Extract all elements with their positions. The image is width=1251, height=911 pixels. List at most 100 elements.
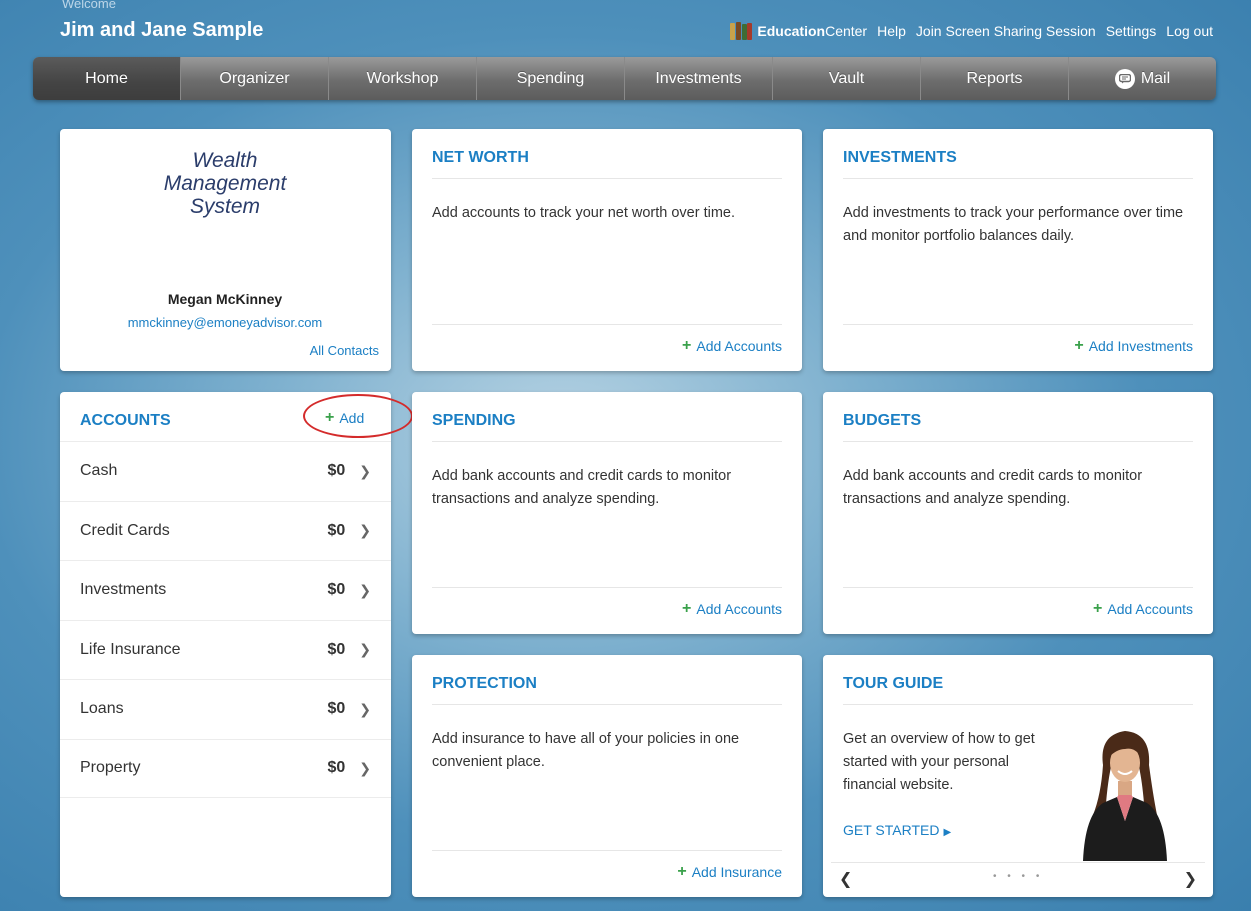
- mail-icon: [1114, 68, 1135, 89]
- account-row-investments[interactable]: Investments $0 ❯: [60, 560, 391, 620]
- tab-workshop[interactable]: Workshop: [329, 57, 477, 100]
- tab-mail-label: Mail: [1140, 69, 1171, 87]
- wealth-management-logo: Wealth Management System: [60, 149, 390, 218]
- card-title: PROTECTION: [432, 675, 537, 692]
- divider: [843, 178, 1193, 179]
- chevron-right-icon: ❯: [359, 759, 371, 776]
- tab-spending[interactable]: Spending: [477, 57, 625, 100]
- account-row-life-insurance[interactable]: Life Insurance $0 ❯: [60, 619, 391, 680]
- education-center-link[interactable]: Education Center: [730, 22, 867, 40]
- divider: [843, 324, 1193, 325]
- add-insurance-link[interactable]: + Add Insurance: [677, 863, 782, 881]
- account-row-property[interactable]: Property $0 ❯: [60, 738, 391, 798]
- card-title: INVESTMENTS: [843, 149, 957, 166]
- top-links: Education Center Help Join Screen Sharin…: [720, 22, 1213, 40]
- budgets-card: BUDGETS Add bank accounts and credit car…: [823, 392, 1213, 634]
- card-title: BUDGETS: [843, 412, 922, 429]
- card-body: Add insurance to have all of your polici…: [432, 731, 740, 770]
- chevron-right-icon: ❯: [359, 462, 371, 479]
- card-title: SPENDING: [432, 412, 516, 429]
- screen-share-link[interactable]: Join Screen Sharing Session: [916, 23, 1096, 39]
- add-accounts-link[interactable]: + Add Accounts: [1093, 600, 1193, 618]
- action-label: Add Accounts: [696, 601, 782, 617]
- card-body: Get an overview of how to get started wi…: [843, 731, 1035, 793]
- tour-guide-card: TOUR GUIDE Get an overview of how to get…: [823, 655, 1213, 897]
- action-label: Add Accounts: [1107, 601, 1193, 617]
- advisor-name: Megan McKinney: [167, 291, 283, 307]
- plus-icon: +: [1074, 337, 1084, 354]
- user-name: Jim and Jane Sample: [60, 19, 264, 41]
- divider: [432, 850, 782, 851]
- tab-mail[interactable]: Mail: [1069, 57, 1216, 100]
- account-row-cash[interactable]: Cash $0 ❯: [60, 441, 391, 501]
- add-investments-link[interactable]: + Add Investments: [1074, 337, 1193, 355]
- divider: [843, 587, 1193, 588]
- card-body: Add bank accounts and credit cards to mo…: [843, 468, 1143, 507]
- spending-card: SPENDING Add bank accounts and credit ca…: [412, 392, 802, 634]
- account-row-loans[interactable]: Loans $0 ❯: [60, 679, 391, 739]
- account-label: Investments: [80, 581, 167, 599]
- education-link-rest: Center: [825, 23, 868, 39]
- carousel-dots: • • • •: [993, 871, 1044, 882]
- chevron-right-icon[interactable]: ❯: [1184, 869, 1197, 889]
- chevron-right-icon: ❯: [359, 700, 371, 717]
- account-label: Cash: [80, 462, 118, 480]
- tab-vault[interactable]: Vault: [773, 57, 921, 100]
- plus-icon: +: [677, 863, 687, 880]
- card-title: TOUR GUIDE: [843, 675, 944, 692]
- tab-investments[interactable]: Investments: [625, 57, 773, 100]
- account-row-credit-cards[interactable]: Credit Cards $0 ❯: [60, 500, 391, 561]
- tab-home[interactable]: Home: [33, 57, 181, 100]
- tab-organizer[interactable]: Organizer: [181, 57, 329, 100]
- add-account-label: Add: [339, 410, 365, 426]
- divider: [432, 178, 782, 179]
- card-body: Add accounts to track your net worth ove…: [432, 205, 736, 221]
- logo-line-1: Wealth: [192, 149, 258, 172]
- get-started-link[interactable]: GET STARTED ▶: [843, 822, 951, 838]
- chevron-left-icon[interactable]: ❮: [839, 869, 852, 889]
- chevron-right-icon: ❯: [359, 581, 371, 598]
- logo-line-3: System: [189, 195, 260, 218]
- account-value: $0: [327, 640, 346, 658]
- divider: [432, 441, 782, 442]
- accounts-title: ACCOUNTS: [80, 412, 171, 429]
- account-value: $0: [327, 521, 346, 539]
- advisor-email-link[interactable]: mmckinney@emoneyadvisor.com: [60, 315, 390, 330]
- add-accounts-link[interactable]: + Add Accounts: [682, 337, 782, 355]
- account-value: $0: [327, 581, 346, 599]
- advisor-card: Wealth Management System Megan McKinney …: [60, 129, 391, 371]
- plus-icon: +: [1093, 600, 1103, 617]
- account-label: Credit Cards: [80, 521, 170, 539]
- divider: [432, 587, 782, 588]
- plus-icon: +: [682, 600, 692, 617]
- help-link[interactable]: Help: [877, 23, 906, 39]
- account-label: Property: [80, 759, 141, 777]
- account-label: Loans: [80, 700, 124, 718]
- add-account-button[interactable]: + Add: [325, 409, 365, 427]
- play-arrow-icon: ▶: [943, 827, 952, 838]
- card-body: Add investments to track your performanc…: [843, 205, 1184, 244]
- add-accounts-link[interactable]: + Add Accounts: [682, 600, 782, 618]
- education-link-bold: Education: [757, 23, 826, 39]
- net-worth-card: NET WORTH Add accounts to track your net…: [412, 129, 802, 371]
- divider: [432, 324, 782, 325]
- chevron-right-icon: ❯: [359, 641, 371, 658]
- tour-guide-person-image: [1075, 725, 1175, 861]
- investments-card: INVESTMENTS Add investments to track you…: [823, 129, 1213, 371]
- logo-line-2: Management: [163, 172, 287, 195]
- all-contacts-link[interactable]: All Contacts: [310, 343, 379, 358]
- accounts-card: ACCOUNTS + Add Cash $0 ❯ Credit Cards $0…: [60, 392, 413, 897]
- action-label: Add Insurance: [691, 864, 782, 880]
- settings-link[interactable]: Settings: [1106, 23, 1157, 39]
- protection-card: PROTECTION Add insurance to have all of …: [412, 655, 802, 897]
- tab-reports[interactable]: Reports: [921, 57, 1069, 100]
- card-title: NET WORTH: [432, 149, 529, 166]
- chevron-right-icon: ❯: [359, 522, 371, 539]
- card-body: Add bank accounts and credit cards to mo…: [432, 468, 732, 507]
- plus-icon: +: [682, 337, 692, 354]
- welcome-label: Welcome: [62, 0, 116, 11]
- action-label: Add Investments: [1088, 338, 1193, 354]
- plus-icon: +: [325, 409, 335, 426]
- accounts-list: Cash $0 ❯ Credit Cards $0 ❯ Investments …: [60, 441, 391, 798]
- logout-link[interactable]: Log out: [1166, 23, 1213, 39]
